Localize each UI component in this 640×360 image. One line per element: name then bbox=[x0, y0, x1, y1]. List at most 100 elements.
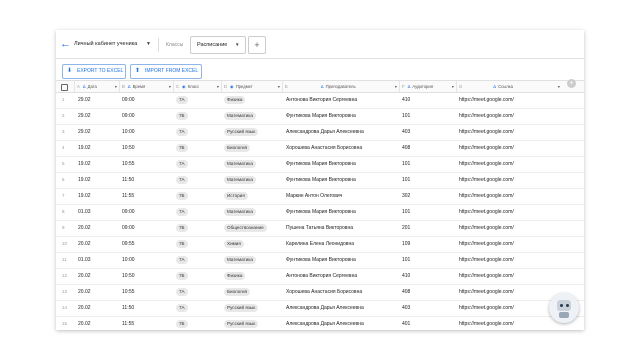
cell-class[interactable]: 7Б bbox=[176, 268, 220, 284]
cell-class[interactable]: 7Б bbox=[176, 108, 220, 124]
cell-time[interactable]: 11:50 bbox=[122, 172, 170, 188]
cell-room[interactable]: 410 bbox=[402, 92, 452, 108]
cell-time[interactable]: 09:00 bbox=[122, 220, 170, 236]
table-row[interactable]: 10 20.02 09:55 7Б Химия Карелина Елена Леонид… bbox=[56, 236, 584, 253]
table-row[interactable]: 5 19.02 10:55 7А Математика Фунтикова Мария В… bbox=[56, 156, 584, 173]
cell-room[interactable]: 401 bbox=[402, 316, 452, 330]
cell-room[interactable]: 408 bbox=[402, 284, 452, 300]
cell-teacher[interactable]: Маркин Антон Олегович bbox=[286, 188, 398, 204]
cell-date[interactable]: 01.03 bbox=[78, 204, 118, 220]
table-row[interactable]: 4 19.02 10:50 7Б Биология Хорошева Анастасия … bbox=[56, 140, 584, 157]
cell-class[interactable]: 7Б bbox=[176, 220, 220, 236]
cell-class[interactable]: 7А bbox=[176, 92, 220, 108]
cell-time[interactable]: 11:55 bbox=[122, 188, 170, 204]
cell-time[interactable]: 09:00 bbox=[122, 108, 170, 124]
table-row[interactable]: 13 20.02 10:55 7А Биология Хорошева Анастасия… bbox=[56, 284, 584, 301]
column-header-time[interactable]: B Δ Время ▾ bbox=[119, 81, 174, 92]
cell-link[interactable]: https://meet.google.com/ bbox=[459, 92, 559, 108]
tab-schedule[interactable]: Расписание ▼ bbox=[190, 36, 246, 54]
chevron-down-icon[interactable]: ▾ bbox=[452, 81, 454, 92]
cell-class[interactable]: 7Б bbox=[176, 316, 220, 330]
table-row[interactable]: 6 19.02 11:50 7А Математика Фунтикова Мария В… bbox=[56, 172, 584, 189]
table-row[interactable]: 15 20.02 11:55 7Б Русский язык Александрова Д… bbox=[56, 316, 584, 330]
table-row[interactable]: 14 20.02 11:50 7А Русский язык Александрова Д… bbox=[56, 300, 584, 317]
cell-teacher[interactable]: Александрова Дарья Алексеевна bbox=[286, 316, 398, 330]
cell-class[interactable]: 7А bbox=[176, 300, 220, 316]
cell-date[interactable]: 20.02 bbox=[78, 284, 118, 300]
cell-link[interactable]: https://meet.google.com/ bbox=[459, 236, 559, 252]
cell-date[interactable]: 01.03 bbox=[78, 252, 118, 268]
cabinet-title[interactable]: Личный кабинет ученика bbox=[74, 38, 137, 50]
cell-room[interactable]: 403 bbox=[402, 124, 452, 140]
cell-date[interactable]: 19.02 bbox=[78, 140, 118, 156]
chevron-down-icon[interactable]: ▾ bbox=[278, 81, 280, 92]
chevron-down-icon[interactable]: ▼ bbox=[235, 37, 239, 53]
chevron-down-icon[interactable]: ▾ bbox=[558, 81, 560, 92]
select-all-checkbox[interactable] bbox=[61, 84, 68, 91]
column-header-subject[interactable]: D ◉ Предмет ▾ bbox=[221, 81, 283, 92]
cell-time[interactable]: 11:55 bbox=[122, 316, 170, 330]
cell-subject[interactable]: Русский язык bbox=[224, 124, 280, 140]
cell-teacher[interactable]: Фунтикова Мария Викторовна bbox=[286, 108, 398, 124]
cell-subject[interactable]: Биология bbox=[224, 140, 280, 156]
cell-subject[interactable]: Математика bbox=[224, 172, 280, 188]
cell-room[interactable]: 101 bbox=[402, 108, 452, 124]
cell-class[interactable]: 7А bbox=[176, 252, 220, 268]
cell-link[interactable]: https://meet.google.com/ bbox=[459, 156, 559, 172]
table-row[interactable]: 9 20.02 09:00 7Б Обществознание Пушена Татьян… bbox=[56, 220, 584, 237]
cell-subject[interactable]: Физика bbox=[224, 92, 280, 108]
cell-link[interactable]: https://meet.google.com/ bbox=[459, 220, 559, 236]
cell-teacher[interactable]: Александрова Дарья Алексеевна bbox=[286, 124, 398, 140]
cell-room[interactable]: 101 bbox=[402, 204, 452, 220]
cell-date[interactable]: 20.02 bbox=[78, 220, 118, 236]
cell-room[interactable]: 109 bbox=[402, 236, 452, 252]
table-row[interactable]: 11 01.03 10:00 7А Математика Фунтикова Мария … bbox=[56, 252, 584, 269]
cell-link[interactable]: https://meet.google.com/ bbox=[459, 188, 559, 204]
table-row[interactable]: 12 20.02 10:50 7Б Физика Антонова Виктория Се… bbox=[56, 268, 584, 285]
chevron-down-icon[interactable]: ▾ bbox=[115, 81, 117, 92]
cell-date[interactable]: 20.02 bbox=[78, 236, 118, 252]
cell-time[interactable]: 10:50 bbox=[122, 140, 170, 156]
cell-subject[interactable]: Математика bbox=[224, 108, 280, 124]
cell-room[interactable]: 302 bbox=[402, 188, 452, 204]
cell-date[interactable]: 20.02 bbox=[78, 300, 118, 316]
export-excel-button[interactable]: ⬇ EXPORT TO EXCEL bbox=[62, 64, 126, 79]
cell-class[interactable]: 7Б bbox=[176, 236, 220, 252]
cell-link[interactable]: https://meet.google.com/ bbox=[459, 252, 559, 268]
cell-date[interactable]: 20.02 bbox=[78, 316, 118, 330]
table-row[interactable]: 3 29.02 10:00 7А Русский язык Александрова Да… bbox=[56, 124, 584, 141]
cell-time[interactable]: 11:50 bbox=[122, 300, 170, 316]
cell-subject[interactable]: История bbox=[224, 188, 280, 204]
cell-teacher[interactable]: Карелина Елена Леонидовна bbox=[286, 236, 398, 252]
cell-time[interactable]: 10:00 bbox=[122, 252, 170, 268]
add-column-icon[interactable]: + bbox=[567, 79, 576, 88]
cell-teacher[interactable]: Хорошева Анастасия Борисовна bbox=[286, 140, 398, 156]
cell-time[interactable]: 10:55 bbox=[122, 284, 170, 300]
cell-subject[interactable]: Физика bbox=[224, 268, 280, 284]
cell-room[interactable]: 201 bbox=[402, 220, 452, 236]
cell-link[interactable]: https://meet.google.com/ bbox=[459, 284, 559, 300]
cell-link[interactable]: https://meet.google.com/ bbox=[459, 172, 559, 188]
table-row[interactable]: 2 29.02 09:00 7Б Математика Фунтикова Мария В… bbox=[56, 108, 584, 125]
table-row[interactable]: 1 29.02 09:00 7А Физика Антонова Виктория Сер… bbox=[56, 92, 584, 109]
cell-link[interactable]: https://meet.google.com/ bbox=[459, 316, 559, 330]
cell-date[interactable]: 19.02 bbox=[78, 188, 118, 204]
cell-room[interactable]: 101 bbox=[402, 156, 452, 172]
cell-date[interactable]: 29.02 bbox=[78, 108, 118, 124]
cell-link[interactable]: https://meet.google.com/ bbox=[459, 300, 559, 316]
cell-link[interactable]: https://meet.google.com/ bbox=[459, 268, 559, 284]
table-row[interactable]: 8 01.03 09:00 7А Математика Фунтикова Мария В… bbox=[56, 204, 584, 221]
cell-class[interactable]: 7А bbox=[176, 204, 220, 220]
chevron-down-icon[interactable]: ▾ bbox=[169, 81, 171, 92]
cell-time[interactable]: 10:50 bbox=[122, 268, 170, 284]
cell-date[interactable]: 19.02 bbox=[78, 172, 118, 188]
cell-link[interactable]: https://meet.google.com/ bbox=[459, 124, 559, 140]
cell-subject[interactable]: Биология bbox=[224, 284, 280, 300]
cell-subject[interactable]: Математика bbox=[224, 252, 280, 268]
cell-subject[interactable]: Обществознание bbox=[224, 220, 280, 236]
cell-subject[interactable]: Математика bbox=[224, 156, 280, 172]
column-header-class[interactable]: C ◉ Класс ▾ bbox=[173, 81, 222, 92]
assistant-robot-icon[interactable] bbox=[549, 293, 579, 323]
cell-class[interactable]: 7Б bbox=[176, 140, 220, 156]
cell-date[interactable]: 20.02 bbox=[78, 268, 118, 284]
